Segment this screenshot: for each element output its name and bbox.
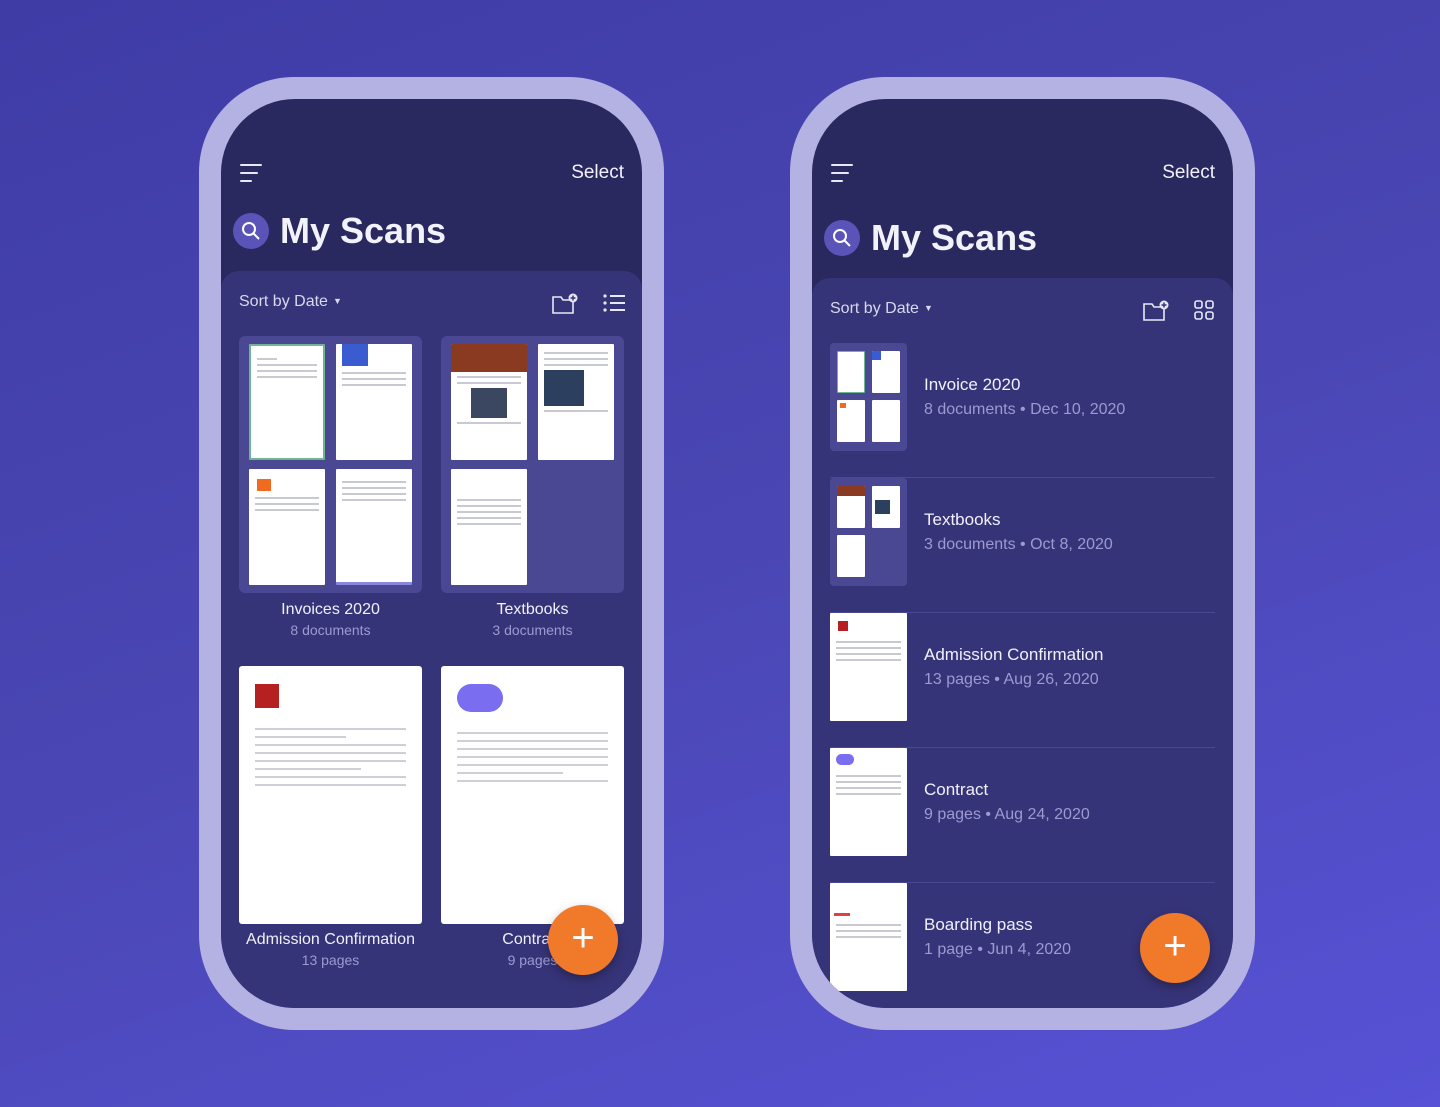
search-icon[interactable] xyxy=(824,220,860,256)
new-folder-icon[interactable] xyxy=(551,293,579,315)
page-thumbnail xyxy=(249,469,325,585)
sort-dropdown[interactable]: Sort by Date ▼ xyxy=(830,300,933,318)
menu-icon[interactable] xyxy=(831,164,853,188)
page-thumbnail xyxy=(451,469,527,585)
sort-label: Sort by Date xyxy=(830,300,919,317)
card-subtitle: 13 pages xyxy=(301,952,360,968)
search-icon[interactable] xyxy=(233,213,269,249)
document-thumbnail xyxy=(239,666,422,924)
content-panel: Sort by Date ▼ Invoices 2020 8 documents … xyxy=(221,271,642,1008)
page-thumbnail xyxy=(538,344,614,460)
card-subtitle: 8 documents xyxy=(290,622,371,638)
sort-label: Sort by Date xyxy=(239,293,328,310)
item-subtitle: 9 pages • Aug 24, 2020 xyxy=(924,806,1090,823)
document-thumbnail xyxy=(441,666,624,924)
folder-thumbnails xyxy=(239,336,422,593)
item-subtitle: 8 documents • Dec 10, 2020 xyxy=(924,401,1126,418)
list-item-invoice[interactable]: Invoice 2020 8 documents • Dec 10, 2020 xyxy=(830,343,1215,478)
folder-thumbnail xyxy=(830,343,907,451)
content-panel: Sort by Date ▼ Invoice 2020 8 documents •… xyxy=(812,278,1233,1008)
screen: Select My Scans Sort by Date ▼ Invoices 2… xyxy=(221,99,642,1008)
new-folder-icon[interactable] xyxy=(1142,300,1170,322)
select-button[interactable]: Select xyxy=(1162,162,1215,184)
screen: Select My Scans Sort by Date ▼ Invoice 20… xyxy=(812,99,1233,1008)
item-subtitle: 13 pages • Aug 26, 2020 xyxy=(924,671,1099,688)
page-title: My Scans xyxy=(280,210,447,251)
page-thumbnail xyxy=(336,344,412,460)
card-title: Admission Confirmation xyxy=(246,931,415,948)
list-item-contract[interactable]: Contract 9 pages • Aug 24, 2020 xyxy=(830,748,1215,883)
page-thumbnail xyxy=(451,344,527,460)
page-thumbnail xyxy=(249,344,325,460)
list-item-textbooks[interactable]: Textbooks 3 documents • Oct 8, 2020 xyxy=(830,478,1215,613)
caret-down-icon: ▼ xyxy=(923,303,933,313)
caret-down-icon: ▼ xyxy=(332,296,342,306)
item-subtitle: 3 documents • Oct 8, 2020 xyxy=(924,536,1113,553)
select-button[interactable]: Select xyxy=(571,162,624,184)
list-view-icon[interactable] xyxy=(603,293,625,313)
page-thumbnail xyxy=(336,469,412,585)
document-thumbnail xyxy=(830,748,907,856)
menu-icon[interactable] xyxy=(240,164,262,188)
grid-view-icon[interactable] xyxy=(1194,300,1214,320)
phone-list-view: Select My Scans Sort by Date ▼ Invoice 20… xyxy=(790,77,1255,1030)
add-scan-button[interactable]: + xyxy=(1140,913,1210,983)
item-title: Contract xyxy=(924,780,989,799)
item-title: Textbooks xyxy=(924,510,1001,529)
card-subtitle: 3 documents xyxy=(492,622,573,638)
add-scan-button[interactable]: + xyxy=(548,905,618,975)
card-title: Textbooks xyxy=(496,601,569,618)
item-subtitle: 1 page • Jun 4, 2020 xyxy=(924,941,1072,958)
card-title: Invoices 2020 xyxy=(281,601,380,618)
phone-grid-view: Select My Scans Sort by Date ▼ Invoices 2… xyxy=(199,77,664,1030)
page-title: My Scans xyxy=(871,217,1038,258)
folder-thumbnails xyxy=(441,336,624,593)
item-title: Admission Confirmation xyxy=(924,645,1104,664)
sort-dropdown[interactable]: Sort by Date ▼ xyxy=(239,293,342,311)
folder-thumbnail xyxy=(830,478,907,586)
item-title: Boarding pass xyxy=(924,915,1033,934)
list-item-admission[interactable]: Admission Confirmation 13 pages • Aug 26… xyxy=(830,613,1215,748)
document-thumbnail xyxy=(830,613,907,721)
document-thumbnail xyxy=(830,883,907,991)
item-title: Invoice 2020 xyxy=(924,375,1021,394)
